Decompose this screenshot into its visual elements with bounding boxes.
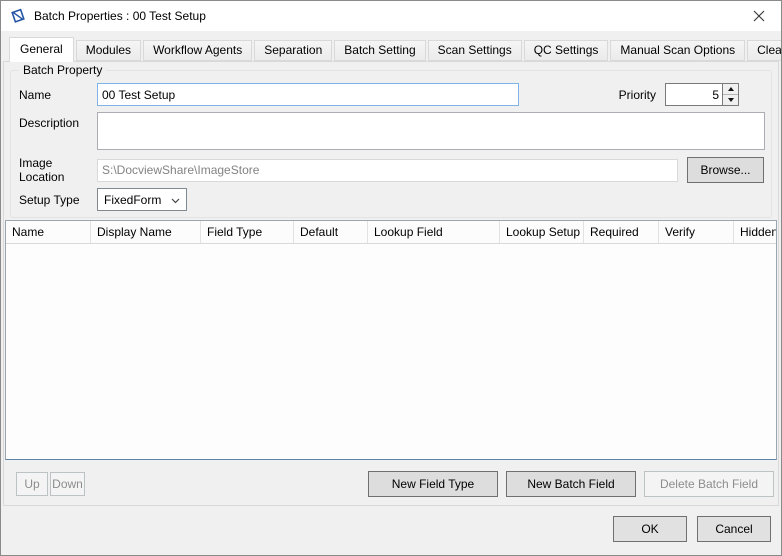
column-header-verify[interactable]: Verify — [659, 221, 734, 243]
column-header-lookup-field[interactable]: Lookup Field — [368, 221, 500, 243]
tab-manual-scan-options[interactable]: Manual Scan Options — [610, 40, 745, 61]
column-header-field-type[interactable]: Field Type — [201, 221, 294, 243]
tab-cleanup-and-search[interactable]: Cleanup and Search — [747, 40, 782, 61]
triangle-down-icon — [728, 98, 734, 102]
chevron-down-icon — [171, 193, 180, 207]
description-row: Description — [11, 112, 771, 150]
priority-label: Priority — [619, 88, 656, 102]
close-x-icon — [753, 10, 765, 22]
delete-batch-field-button[interactable]: Delete Batch Field — [644, 471, 774, 497]
image-location-label: Image Location — [11, 156, 97, 184]
description-label: Description — [11, 112, 97, 130]
table-actions: Up Down New Field Type New Batch Field D… — [16, 471, 774, 497]
column-header-hidden[interactable]: Hidden — [734, 221, 776, 243]
tab-qc-settings[interactable]: QC Settings — [524, 40, 609, 61]
column-header-name[interactable]: Name — [6, 221, 91, 243]
browse-button[interactable]: Browse... — [687, 157, 764, 183]
tab-scan-settings[interactable]: Scan Settings — [428, 40, 522, 61]
batch-fields-table: NameDisplay NameField TypeDefaultLookup … — [5, 220, 777, 460]
table-header-row: NameDisplay NameField TypeDefaultLookup … — [6, 221, 776, 244]
setup-type-label: Setup Type — [11, 193, 97, 207]
setup-type-value: FixedForm — [104, 193, 171, 207]
cancel-button[interactable]: Cancel — [697, 516, 771, 542]
ok-button[interactable]: OK — [613, 516, 687, 542]
tab-page-general: Batch Property Name Priority Description — [3, 61, 779, 506]
tab-separation[interactable]: Separation — [254, 40, 332, 61]
window-title: Batch Properties : 00 Test Setup — [34, 9, 206, 23]
priority-input[interactable] — [665, 83, 722, 106]
batch-property-group-label: Batch Property — [19, 63, 106, 77]
titlebar: Batch Properties : 00 Test Setup — [1, 1, 781, 31]
new-field-type-button[interactable]: New Field Type — [368, 471, 498, 497]
up-button[interactable]: Up — [16, 472, 48, 496]
name-input[interactable] — [97, 83, 519, 106]
table-body[interactable] — [6, 244, 776, 459]
tab-batch-setting[interactable]: Batch Setting — [334, 40, 425, 61]
image-location-input — [97, 159, 678, 182]
tab-strip: GeneralModulesWorkflow AgentsSeparationB… — [1, 31, 781, 61]
name-label: Name — [11, 88, 97, 102]
spin-down-button[interactable] — [723, 95, 738, 105]
app-logo-icon — [10, 8, 26, 24]
column-header-required[interactable]: Required — [584, 221, 659, 243]
batch-properties-dialog: Batch Properties : 00 Test Setup General… — [0, 0, 782, 556]
down-button[interactable]: Down — [50, 472, 85, 496]
new-batch-field-button[interactable]: New Batch Field — [506, 471, 636, 497]
triangle-up-icon — [728, 87, 734, 91]
priority-spin-buttons — [722, 83, 739, 106]
dialog-footer: OK Cancel — [1, 506, 781, 555]
close-button[interactable] — [736, 1, 781, 31]
tab-modules[interactable]: Modules — [76, 40, 141, 61]
setup-type-dropdown[interactable]: FixedForm — [97, 188, 187, 211]
name-row: Name Priority — [11, 83, 771, 106]
description-input[interactable] — [97, 112, 765, 150]
tab-workflow-agents[interactable]: Workflow Agents — [143, 40, 252, 61]
column-header-default[interactable]: Default — [294, 221, 368, 243]
spin-up-button[interactable] — [723, 84, 738, 95]
priority-spinner — [665, 83, 739, 106]
batch-property-group: Batch Property Name Priority Description — [10, 70, 772, 218]
column-header-lookup-setup[interactable]: Lookup Setup — [500, 221, 584, 243]
tab-general[interactable]: General — [9, 37, 74, 62]
setup-type-row: Setup Type FixedForm — [11, 188, 771, 211]
column-header-display-name[interactable]: Display Name — [91, 221, 201, 243]
image-location-row: Image Location Browse... — [11, 156, 771, 184]
